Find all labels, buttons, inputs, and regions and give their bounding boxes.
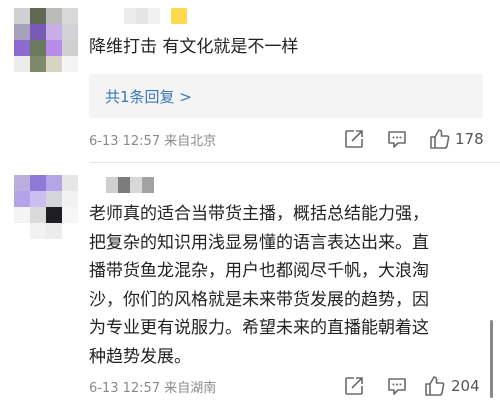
comment-meta: 6-13 12:57 来自北京 178 [89, 128, 485, 150]
vip-badge [171, 8, 187, 24]
comment-meta: 6-13 12:57 来自湖南 204 [89, 375, 485, 397]
thumbs-up-icon[interactable] [429, 128, 451, 150]
comment-line: 播带货鱼龙混杂，用户也都阅尽千帆，大浪淘 [89, 261, 429, 281]
comment-line: 降维打击 有文化就是不一样 [89, 37, 299, 57]
thumbs-up-icon[interactable] [424, 375, 446, 397]
comment-line: 把复杂的知识用浅显易懂的语言表达出来。直 [89, 232, 429, 253]
comment-text: 老师真的适合当带货主播，概括总结能力强， 把复杂的知识用浅显易懂的语言表达出来。… [89, 200, 429, 371]
comment-date-source: 6-13 12:57 来自湖南 [89, 377, 216, 396]
share-icon[interactable] [343, 128, 365, 150]
comment-line: 种趋势发展。 [89, 346, 191, 367]
comment-line: 为专业更有说服力。希望未来的直播能朝着这 [89, 318, 429, 338]
avatar[interactable] [14, 175, 78, 239]
like-count: 178 [455, 130, 484, 148]
avatar[interactable] [14, 8, 78, 72]
share-icon[interactable] [343, 375, 365, 397]
username[interactable] [106, 177, 154, 193]
username[interactable] [124, 8, 160, 24]
reply-box[interactable]: 共1条回复 > [89, 74, 483, 118]
scrollbar[interactable] [490, 320, 493, 398]
comment-source: 来自北京 [164, 134, 217, 149]
comment-date: 6-13 12:57 [89, 381, 161, 396]
comment-text: 降维打击 有文化就是不一样 [89, 33, 298, 62]
comment-divider [89, 162, 500, 163]
comment-icon[interactable] [386, 128, 408, 150]
comment-source: 来自湖南 [164, 381, 217, 396]
comment-line: 沙，你们的风格就是未来带货发展的趋势，因 [89, 289, 429, 310]
comment-date-source: 6-13 12:57 来自北京 [89, 130, 216, 149]
comment-icon[interactable] [386, 375, 408, 397]
comment-date: 6-13 12:57 [89, 134, 161, 149]
view-replies-link[interactable]: 共1条回复 > [105, 86, 192, 107]
comment-line: 老师真的适合当带货主播，概括总结能力强， [89, 204, 429, 224]
like-count: 204 [451, 377, 480, 395]
